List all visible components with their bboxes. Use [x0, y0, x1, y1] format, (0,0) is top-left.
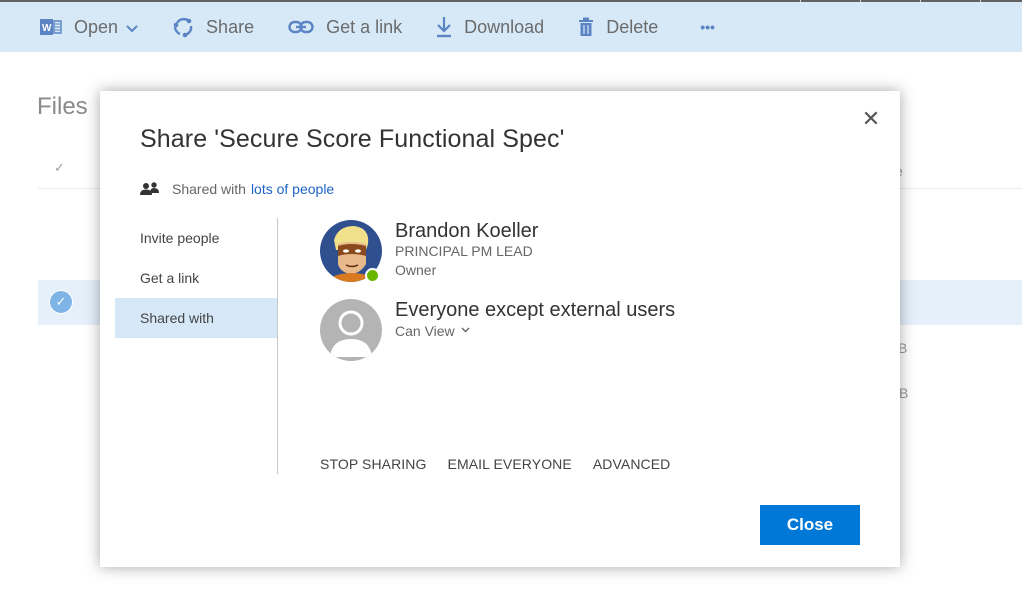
- more-icon: •••: [700, 19, 715, 35]
- select-all-checkbox[interactable]: ✓: [54, 160, 65, 176]
- person-name: Brandon Koeller: [395, 220, 539, 242]
- sharing-actions: STOP SHARING EMAIL EVERYONE ADVANCED: [320, 456, 691, 472]
- person-entry: Brandon Koeller PRINCIPAL PM LEAD Owner: [320, 220, 539, 283]
- page-title: Files: [37, 93, 88, 120]
- group-avatar: [320, 299, 382, 361]
- default-person-icon: [320, 299, 382, 361]
- person-title: PRINCIPAL PM LEAD: [395, 243, 533, 259]
- svg-text:W: W: [42, 23, 52, 34]
- delete-label: Delete: [606, 16, 659, 37]
- permission-dropdown[interactable]: Can View: [395, 321, 675, 341]
- email-everyone-button[interactable]: EMAIL EVERYONE: [448, 456, 572, 472]
- people-icon: [140, 182, 160, 196]
- group-name: Everyone except external users: [395, 299, 676, 321]
- close-button[interactable]: Close: [760, 505, 860, 545]
- download-button[interactable]: Download: [436, 16, 544, 38]
- share-dialog: Share 'Secure Score Functional Spec' ✕ S…: [100, 91, 900, 567]
- dialog-title: Share 'Secure Score Functional Spec': [140, 125, 565, 153]
- person-role: Owner: [395, 262, 437, 278]
- chevron-down-icon: [461, 321, 470, 341]
- advanced-button[interactable]: ADVANCED: [593, 456, 671, 472]
- nav-invite-people[interactable]: Invite people: [115, 218, 277, 258]
- shared-prefix: Shared with: [172, 181, 246, 197]
- share-label: Share: [206, 16, 255, 37]
- file-size-fragment: B: [899, 385, 909, 401]
- download-icon: [436, 16, 452, 38]
- shared-summary: Shared with lots of people: [140, 181, 334, 197]
- nav-shared-with[interactable]: Shared with: [115, 298, 277, 338]
- download-label: Download: [464, 16, 545, 37]
- word-doc-icon: W: [40, 17, 62, 37]
- nav-get-link[interactable]: Get a link: [115, 258, 277, 298]
- share-nav: Invite people Get a link Shared with: [115, 218, 277, 338]
- open-button[interactable]: W Open: [40, 17, 138, 38]
- get-link-button[interactable]: Get a link: [288, 17, 402, 38]
- chevron-down-icon: [126, 17, 138, 38]
- share-button[interactable]: Share: [172, 16, 254, 38]
- close-icon[interactable]: ✕: [861, 108, 881, 130]
- nav-divider: [277, 218, 278, 474]
- get-link-label: Get a link: [326, 16, 403, 37]
- row-checkbox-checked[interactable]: ✓: [49, 290, 73, 314]
- command-bar: W Open Share Get a link Download Delete …: [0, 2, 1022, 52]
- group-entry: Everyone except external users Can View: [320, 299, 675, 361]
- delete-button[interactable]: Delete: [578, 17, 658, 38]
- presence-online-indicator: [365, 268, 380, 283]
- permission-label: Can View: [395, 323, 455, 339]
- link-icon: [288, 20, 314, 34]
- more-button[interactable]: •••: [700, 19, 715, 35]
- share-icon: [172, 16, 194, 38]
- trash-icon: [578, 17, 594, 37]
- open-label: Open: [74, 16, 119, 37]
- shared-with-link[interactable]: lots of people: [251, 181, 334, 197]
- avatar[interactable]: [320, 220, 382, 283]
- stop-sharing-button[interactable]: STOP SHARING: [320, 456, 427, 472]
